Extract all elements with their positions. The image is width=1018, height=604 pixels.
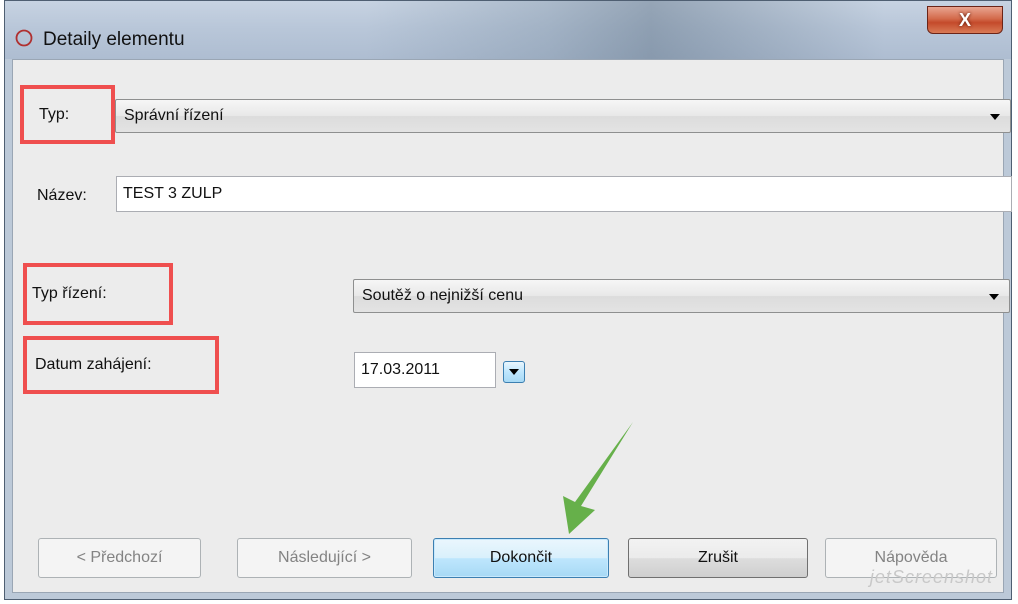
chevron-down-icon (989, 294, 999, 300)
typ-label: Typ: (39, 106, 70, 123)
datum-input-value: 17.03.2011 (361, 361, 440, 378)
finish-button[interactable]: Dokončit (433, 538, 609, 578)
cancel-button[interactable]: Zrušit (628, 538, 808, 578)
green-arrow-annotation-icon (563, 422, 633, 534)
chevron-down-icon (509, 369, 519, 375)
typ-select-value: Správní řízení (124, 107, 224, 124)
close-button[interactable]: X (927, 6, 1003, 34)
next-button[interactable]: Následující > (237, 538, 412, 578)
chevron-down-icon (990, 114, 1000, 120)
dialog-content: Typ: Správní řízení Název: TEST 3 ZULP T… (12, 59, 1012, 593)
previous-button[interactable]: < Předchozí (38, 538, 201, 578)
date-picker-button[interactable] (503, 361, 525, 383)
typ-rizeni-select[interactable]: Soutěž o nejnižší cenu (353, 279, 1010, 313)
datum-label: Datum zahájení: (35, 356, 152, 373)
typ-select[interactable]: Správní řízení (115, 99, 1011, 133)
nazev-input[interactable]: TEST 3 ZULP (116, 176, 1012, 212)
typ-rizeni-label: Typ řízení: (32, 285, 107, 302)
title-bar[interactable]: Detaily elementu X (5, 1, 1011, 59)
nazev-input-value: TEST 3 ZULP (123, 185, 223, 202)
typ-rizeni-select-value: Soutěž o nejnižší cenu (362, 287, 523, 304)
datum-input[interactable]: 17.03.2011 (354, 352, 496, 388)
app-ring-icon (15, 29, 33, 47)
nazev-label: Název: (37, 187, 87, 204)
dialog-window: Detaily elementu X Typ: Správní řízení N… (4, 0, 1012, 600)
watermark-logo: jetScreenshot (869, 567, 993, 587)
title-bar-glare (365, 1, 885, 59)
window-title: Detaily elementu (43, 29, 185, 50)
